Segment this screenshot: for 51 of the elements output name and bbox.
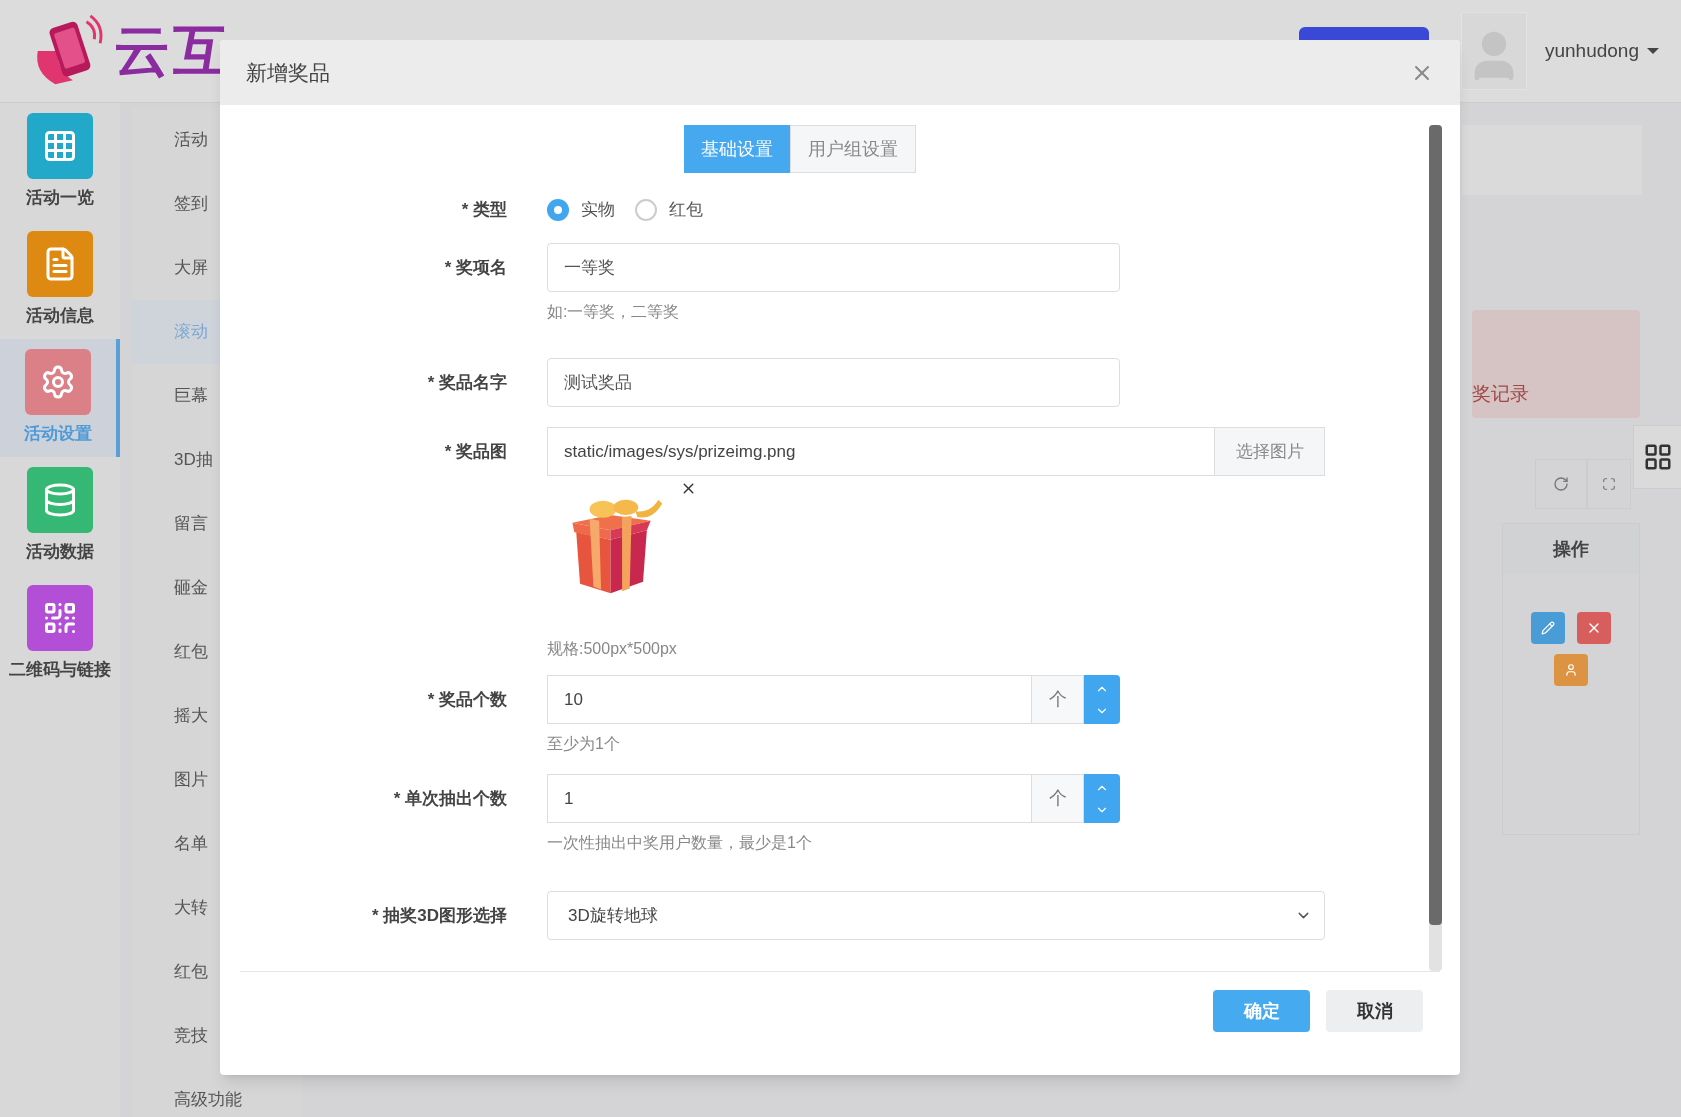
help-text: 一次性抽出中奖用户数量，最少是1个 <box>547 833 813 853</box>
username-menu[interactable]: yunhudong <box>1544 36 1659 66</box>
field-label: * 单次抽出个数 <box>393 789 507 808</box>
unit-addon: 个 <box>1032 774 1084 823</box>
modal-title: 新增奖品 <box>246 59 330 86</box>
user-button[interactable] <box>1554 654 1588 686</box>
radio-button[interactable] <box>635 199 657 221</box>
caret-icon <box>1647 48 1659 54</box>
edit-button[interactable] <box>1531 612 1565 644</box>
text-field[interactable]: 测试奖品 <box>547 358 1120 407</box>
delete-button[interactable] <box>1577 612 1611 644</box>
tab[interactable]: 用户组设置 <box>790 125 916 173</box>
unit-addon: 个 <box>1032 675 1084 724</box>
sidebar-item[interactable]: 活动数据 <box>0 457 120 575</box>
field-label: * 奖品图 <box>444 442 507 461</box>
choose-image-button[interactable]: 选择图片 <box>1215 427 1325 476</box>
settings-icon <box>40 364 76 401</box>
avatar[interactable] <box>1460 12 1527 90</box>
radio-label: 实物 <box>581 199 615 222</box>
field-label: * 奖项名 <box>444 258 507 277</box>
help-text: 如:一等奖，二等奖 <box>547 302 681 322</box>
number-spinner[interactable] <box>1084 675 1120 724</box>
help-text: 至少为1个 <box>547 734 621 754</box>
layout-toggle-button[interactable] <box>1633 425 1681 489</box>
number-field[interactable]: 10 <box>547 675 1032 724</box>
record-link-text[interactable]: 奖记录 <box>1472 379 1529 408</box>
radio-button[interactable] <box>547 199 569 221</box>
radio-label: 红包 <box>669 199 703 222</box>
cancel-button[interactable]: 取消 <box>1326 990 1423 1032</box>
sidebar-item[interactable]: 活动一览 <box>0 103 120 221</box>
sidebar-item[interactable]: 二维码与链接 <box>0 575 120 693</box>
refresh-button[interactable] <box>1535 459 1587 509</box>
table-header-cell: 操作 <box>1503 524 1639 574</box>
select-field[interactable]: 3D旋转地球 <box>547 891 1325 940</box>
pencil-icon <box>1541 621 1555 635</box>
number-spinner[interactable] <box>1084 774 1120 823</box>
help-text: 规格:500px*500px <box>547 639 678 659</box>
refresh-icon <box>1553 476 1569 492</box>
number-field[interactable]: 1 <box>547 774 1032 823</box>
sidebar-item[interactable]: 活动信息 <box>0 221 120 339</box>
logo-text: 云互 <box>114 18 232 84</box>
field-label: * 奖品名字 <box>427 373 507 392</box>
grid-icon <box>1643 442 1673 472</box>
field-label: * 奖品个数 <box>427 690 507 709</box>
fullscreen-icon <box>1602 477 1616 491</box>
field-label: * 类型 <box>461 200 507 219</box>
file-path-field[interactable]: static/images/sys/prizeimg.png <box>547 427 1215 476</box>
text-field[interactable]: 一等奖 <box>547 243 1120 292</box>
field-label: * 抽奖3D图形选择 <box>371 906 507 925</box>
user-icon <box>1564 663 1578 677</box>
database-icon <box>42 482 78 519</box>
